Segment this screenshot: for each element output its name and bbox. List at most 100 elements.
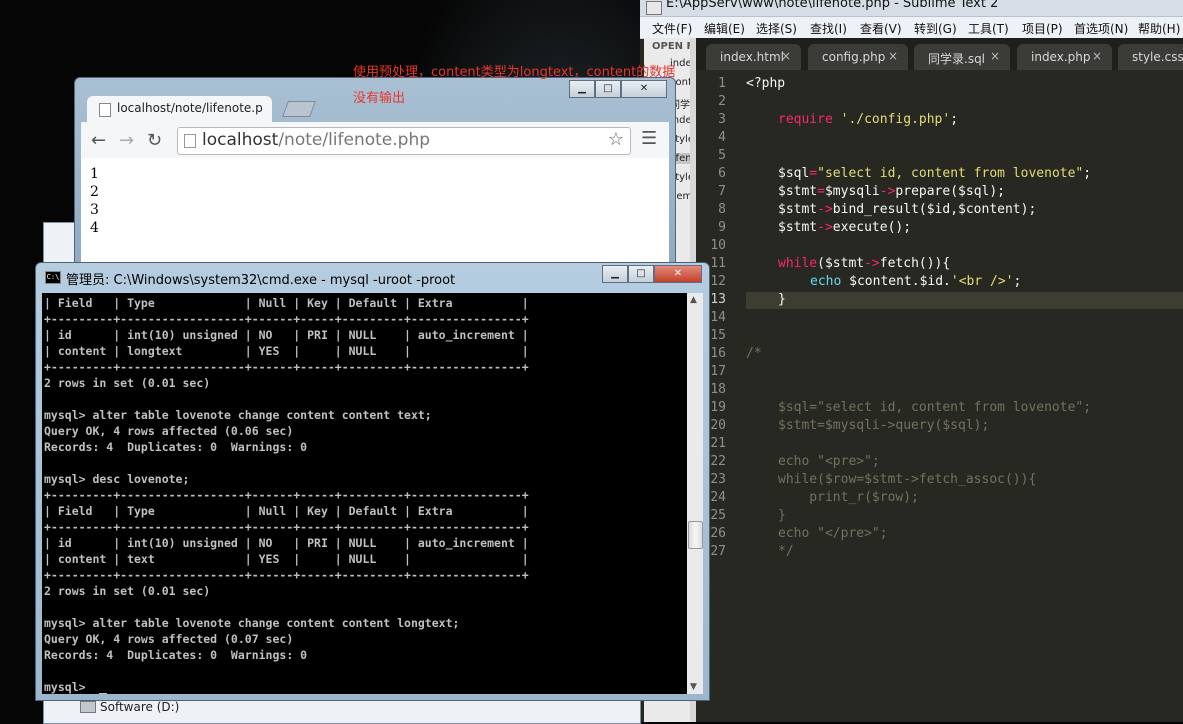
code-token: -> (817, 202, 833, 217)
maximize-button[interactable]: □ (628, 265, 654, 283)
menu-tools[interactable]: 工具(T) (968, 20, 1009, 37)
drive-icon (80, 701, 96, 713)
scroll-up-icon[interactable]: ▲ (690, 295, 697, 305)
menu-help[interactable]: 帮助(H) (1138, 20, 1180, 37)
explorer-drive-item[interactable]: Software (D:) (100, 700, 179, 714)
menu-view[interactable]: 查看(V) (860, 20, 902, 37)
cmd-icon: C:\ (45, 271, 61, 284)
code-token: $stmt (778, 184, 818, 199)
line-number: 3 (718, 112, 726, 127)
menu-project[interactable]: 项目(P) (1022, 20, 1063, 37)
page-icon (184, 134, 196, 148)
code-comment-line: echo "<pre>"; (778, 454, 880, 469)
cmd-window-title: 管理员: C:\Windows\system32\cmd.exe - mysql… (66, 273, 456, 288)
output-line: 2 (90, 184, 99, 200)
code-token: (); (887, 220, 912, 235)
code-token: ($sql); (950, 184, 1006, 199)
code-line: $sql="select id, content from lovenote"; (778, 166, 1091, 181)
menu-goto[interactable]: 转到(G) (914, 20, 957, 37)
code-token: ; (1083, 166, 1092, 181)
menu-preferences[interactable]: 首选项(N) (1074, 20, 1128, 37)
scroll-down-icon[interactable]: ▼ (690, 682, 697, 692)
code-line: echo $content.$id.'<br />'; (810, 274, 1021, 289)
url-host: localhost (202, 130, 279, 150)
annotation-note: 使用预处理，content类型为longtext，content的数据 没有输出 (353, 60, 733, 112)
code-comment-line: print_r($row); (778, 490, 919, 505)
tab-label: index.php (1031, 50, 1091, 64)
tab-style-css[interactable]: style.css – (1118, 44, 1183, 70)
code-token: -> (864, 256, 880, 271)
terminal-line: | id | int(10) unsigned | NO | PRI | NUL… (44, 536, 529, 550)
terminal-line: +---------+------------------+------+---… (44, 520, 529, 534)
terminal-line: Query OK, 4 rows affected (0.07 sec) (44, 632, 294, 646)
browser-tab-label: localhost/note/lifenote.p (117, 101, 263, 115)
sidebar-header: OPEN FI (652, 41, 694, 52)
forward-icon[interactable]: → (119, 130, 134, 151)
code-comment-line: /* (746, 346, 762, 361)
scrollbar-thumb[interactable] (688, 521, 703, 549)
bookmark-star-icon[interactable]: ☆ (608, 129, 624, 150)
terminal-line: mysql> (44, 680, 93, 694)
close-button[interactable]: ✕ (654, 265, 702, 283)
code-token: -> (817, 220, 833, 235)
code-line: $stmt->execute(); (778, 220, 911, 235)
terminal-line: Query OK, 4 rows affected (0.06 sec) (44, 424, 294, 438)
page-content: 1 2 3 4 (81, 158, 669, 273)
new-tab-button[interactable] (282, 101, 316, 117)
menu-selection[interactable]: 选择(S) (756, 20, 797, 37)
terminal-line: 2 rows in set (0.01 sec) (44, 376, 211, 390)
terminal-line: Records: 4 Duplicates: 0 Warnings: 0 (44, 440, 308, 454)
browser-tab[interactable]: localhost/note/lifenote.p (87, 96, 272, 122)
terminal-scrollbar[interactable]: ▲ ▼ (687, 293, 703, 694)
code-token: ($id,$content); (918, 202, 1037, 217)
line-number: 6 (718, 166, 726, 181)
code-token: $stmt (778, 202, 818, 217)
minimize-button[interactable]: ▁ (602, 265, 628, 283)
address-bar[interactable]: localhost/note/lifenote.php ☆ (177, 127, 631, 155)
code-token: ; (1013, 274, 1022, 289)
code-comment-line: $sql="select id, content from lovenote"; (778, 400, 1092, 415)
code-token: <?php (746, 76, 786, 91)
code-token: bind_result (832, 202, 919, 217)
tab-config-php[interactable]: config.php × (808, 44, 908, 70)
terminal-line: | Field | Type | Null | Key | Default | … (44, 296, 529, 310)
terminal-line: 2 rows in set (0.01 sec) (44, 584, 211, 598)
code-token: = (817, 184, 825, 199)
address-url: localhost/note/lifenote.php (202, 130, 430, 150)
code-token: $sql (778, 166, 810, 181)
line-number: 4 (718, 130, 726, 145)
line-number: 7 (718, 184, 726, 199)
terminal-output[interactable]: | Field | Type | Null | Key | Default | … (42, 293, 687, 694)
code-token: prepare (895, 184, 951, 199)
terminal-line: mysql> alter table lovenote change conte… (44, 616, 460, 630)
menu-icon[interactable]: ☰ (641, 128, 657, 149)
tab-close-icon[interactable]: × (781, 49, 791, 63)
annotation-line: 使用预处理，content类型为longtext，content的数据 (353, 65, 676, 80)
tab-index-php[interactable]: index.php × (1017, 44, 1112, 70)
menu-edit[interactable]: 编辑(E) (704, 20, 745, 37)
code-token: $mysqli (824, 184, 880, 199)
tab-close-icon[interactable]: × (888, 49, 898, 63)
menu-file[interactable]: 文件(F) (652, 20, 692, 37)
code-editor[interactable]: <?php require './config.php'; $sql="sele… (746, 70, 1183, 722)
code-token: = (809, 166, 818, 181)
code-token: execute (832, 220, 888, 235)
code-comment-line: $stmt=$mysqli->query($sql); (778, 418, 990, 433)
output-line: 4 (90, 220, 99, 236)
terminal-line: | content | text | YES | | NULL | | (44, 552, 529, 566)
reload-icon[interactable]: ↻ (147, 130, 162, 151)
tab-sql[interactable]: 同学录.sql × (914, 44, 1010, 70)
annotation-line: 没有输出 (353, 91, 406, 106)
terminal-line: +---------+------------------+------+---… (44, 360, 529, 374)
code-comment-line: echo "</pre>"; (778, 526, 888, 541)
line-number: 9 (718, 220, 726, 235)
sublime-titlebar[interactable]: E:\AppServ\www\note\lifenote.php - Subli… (640, 0, 1183, 17)
tab-close-icon[interactable]: × (1092, 49, 1102, 63)
back-icon[interactable]: ← (91, 130, 106, 151)
menu-find[interactable]: 查找(I) (810, 20, 847, 37)
sublime-menubar: 文件(F) 编辑(E) 选择(S) 查找(I) 查看(V) 转到(G) 工具(T… (640, 17, 1183, 39)
terminal-line: | Field | Type | Null | Key | Default | … (44, 504, 529, 518)
terminal-line: Records: 4 Duplicates: 0 Warnings: 0 (44, 648, 308, 662)
code-token: '<br />' (950, 274, 1014, 289)
tab-close-icon[interactable]: × (990, 49, 1000, 63)
